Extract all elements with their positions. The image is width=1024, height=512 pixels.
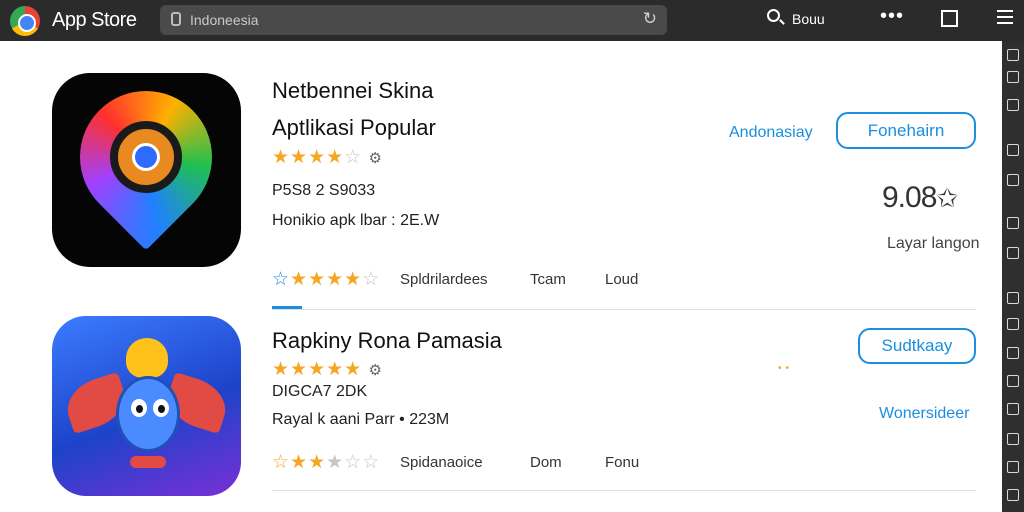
menu-icon[interactable] xyxy=(997,10,1013,24)
search-label[interactable]: Bouu xyxy=(792,11,825,27)
sidebar-tool-icon[interactable] xyxy=(1007,292,1019,304)
browser-toolbar: App Store Indoneesia ↻ Bouu ••• xyxy=(0,0,1024,41)
tab-rating-stars[interactable]: ☆★★★☆☆ xyxy=(272,451,380,474)
sidebar-tool-icon[interactable] xyxy=(1007,375,1019,387)
tab-reviews[interactable]: Spldrilardees xyxy=(400,271,488,288)
sidebar-tool-icon[interactable] xyxy=(1007,217,1019,229)
sidebar-tool-icon[interactable] xyxy=(1007,247,1019,259)
sidebar-tool-icon[interactable] xyxy=(1007,318,1019,330)
tab-reviews[interactable]: Spidanaoice xyxy=(400,454,483,471)
tab-fonu[interactable]: Fonu xyxy=(605,454,639,471)
window-icon[interactable] xyxy=(941,10,958,27)
region-label[interactable]: Andonasiay xyxy=(729,124,813,142)
lock-icon xyxy=(171,12,181,26)
row-divider xyxy=(272,309,976,310)
sidebar-tool-icon[interactable] xyxy=(1007,144,1019,156)
app-size-info: DIGCA7 2DK xyxy=(272,383,368,400)
loading-dots-icon: •• xyxy=(778,363,794,374)
sidebar-tool-icon[interactable] xyxy=(1007,71,1019,83)
tab-team[interactable]: Tcam xyxy=(530,271,566,288)
verified-badge-icon: ⚙ xyxy=(368,150,383,167)
address-bar[interactable]: Indoneesia ↻ xyxy=(160,5,667,35)
tab-dom[interactable]: Dom xyxy=(530,454,562,471)
install-button[interactable]: Sudtkaay xyxy=(858,328,976,364)
sidebar-tool-icon[interactable] xyxy=(1007,403,1019,415)
sidebar-tool-icon[interactable] xyxy=(1007,99,1019,111)
app-icon-game-hero[interactable] xyxy=(52,316,241,496)
map-pin-icon xyxy=(52,73,240,251)
sidebar-tool-icon[interactable] xyxy=(1007,461,1019,473)
app-icon-map-pin[interactable] xyxy=(52,73,241,267)
app-size-info: P5S8 2 S9033 xyxy=(272,182,376,199)
search-icon[interactable] xyxy=(767,9,780,22)
tab-loud[interactable]: Loud xyxy=(605,271,638,288)
tab-rating-stars[interactable]: ☆★★★★☆ xyxy=(272,268,380,291)
crown-icon xyxy=(126,338,168,378)
app-title: App Store xyxy=(52,9,137,31)
reload-icon[interactable]: ↻ xyxy=(643,9,657,29)
app-subtitle: Aptlikasi Popular xyxy=(272,115,436,140)
app-name[interactable]: Netbennei Skina xyxy=(272,78,433,104)
sidebar-tool-icon[interactable] xyxy=(1007,489,1019,501)
app-developer-info: Rayal k aani Parr • 223M xyxy=(272,411,450,428)
sidebar-tool-icon[interactable] xyxy=(1007,347,1019,359)
star-outline-icon: ✩ xyxy=(936,183,958,213)
rating-caption: Layar langon xyxy=(887,235,980,252)
rating-stars: ★★★★☆ ⚙ xyxy=(272,147,383,168)
address-text[interactable]: Indoneesia xyxy=(190,12,259,28)
rating-stars: ★★★★★ ⚙ xyxy=(272,359,383,380)
more-icon[interactable]: ••• xyxy=(880,5,904,28)
row-divider xyxy=(272,490,976,491)
install-button[interactable]: Fonehairn xyxy=(836,112,976,149)
sidebar-tool-icon[interactable] xyxy=(1007,174,1019,186)
sidebar-tool-icon[interactable] xyxy=(1007,433,1019,445)
browser-logo-icon[interactable] xyxy=(10,6,40,36)
right-sidebar xyxy=(1002,41,1024,512)
app-developer-info: Honikio apk lbar : 2E.W xyxy=(272,212,440,229)
hero-character-icon xyxy=(116,376,180,452)
details-link[interactable]: Wonersideer xyxy=(879,405,969,423)
verified-badge-icon: ⚙ xyxy=(368,362,383,379)
app-name[interactable]: Rapkiny Rona Pamasia xyxy=(272,328,502,354)
rating-value: 9.08✩ xyxy=(882,181,958,214)
sidebar-tool-icon[interactable] xyxy=(1007,49,1019,61)
